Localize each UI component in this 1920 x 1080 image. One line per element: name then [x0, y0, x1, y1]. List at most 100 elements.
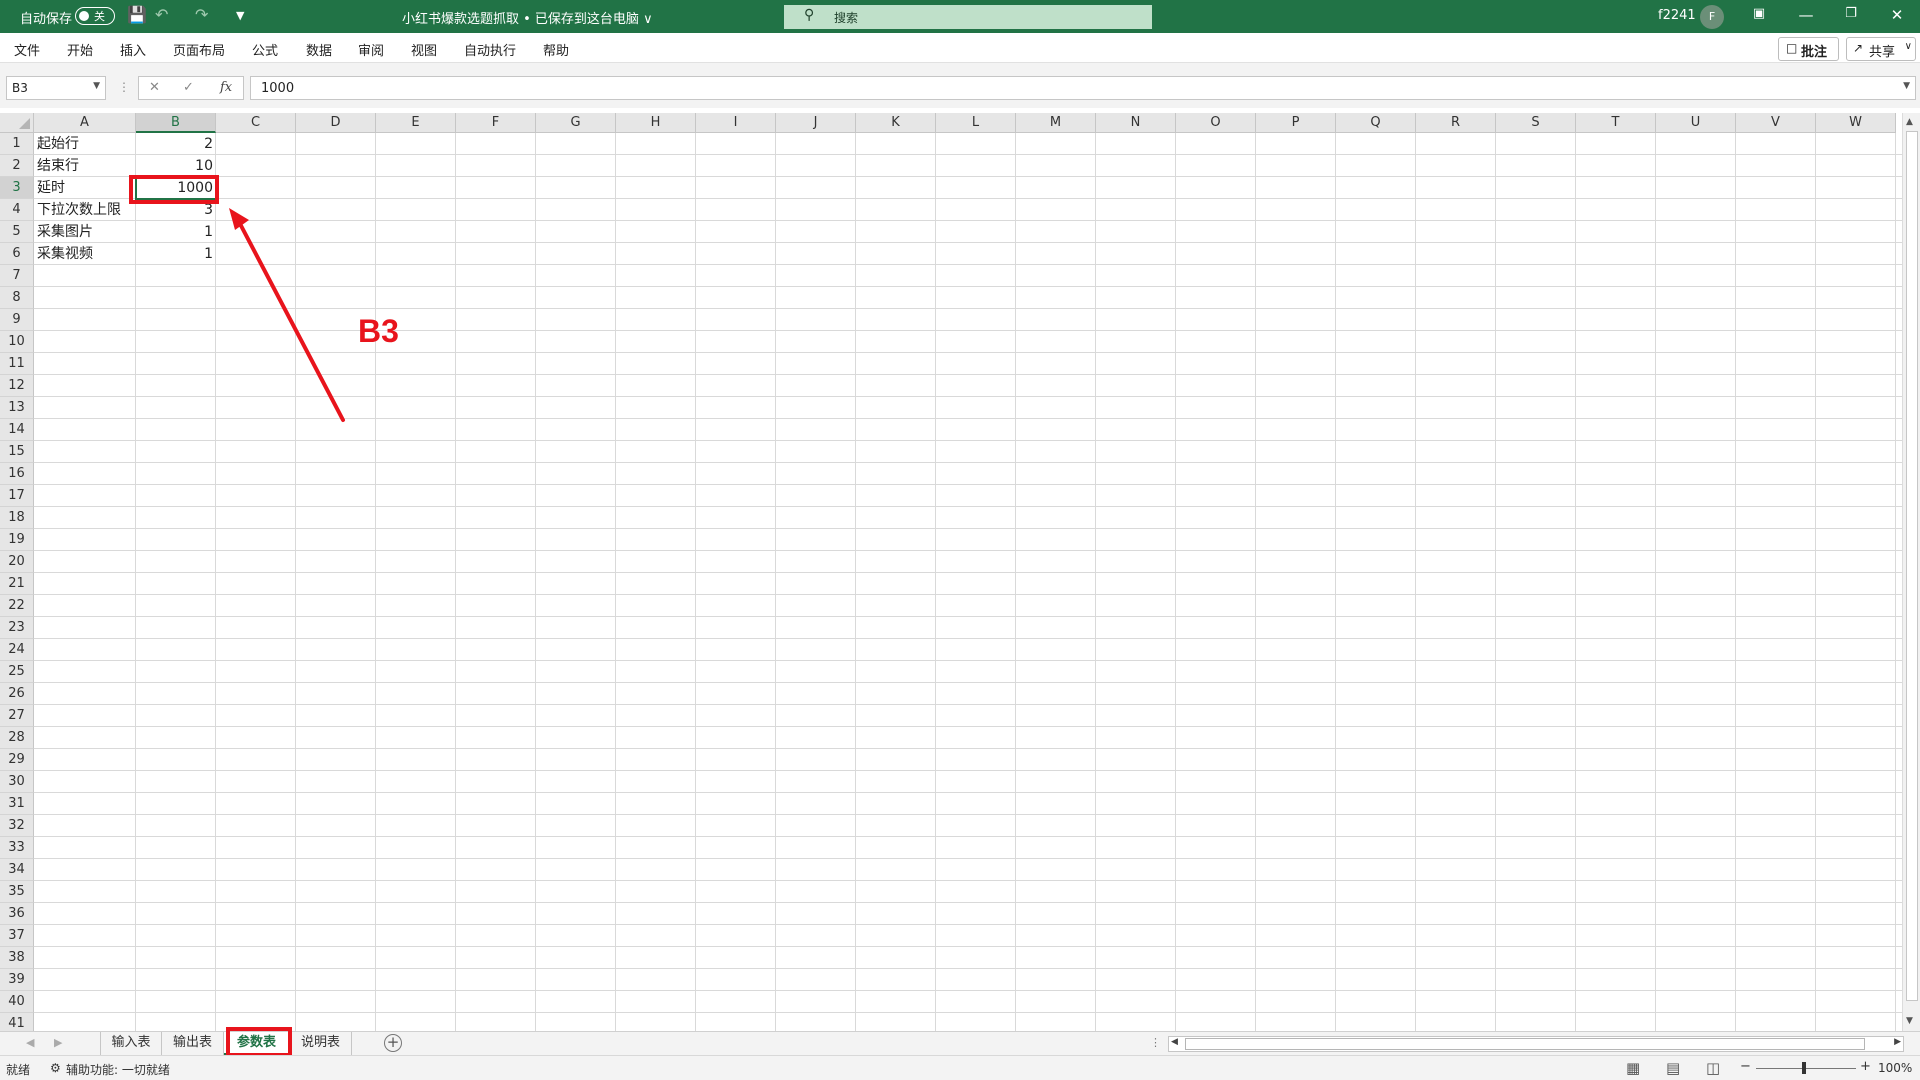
insert-function-icon[interactable]: fx — [220, 80, 232, 95]
row-header-36[interactable]: 36 — [0, 903, 34, 925]
column-header-w[interactable]: W — [1816, 113, 1896, 133]
column-header-p[interactable]: P — [1256, 113, 1336, 133]
menu-insert[interactable]: 插入 — [120, 40, 146, 59]
column-header-v[interactable]: V — [1736, 113, 1816, 133]
sheet-tab-output[interactable]: 输出表 — [162, 1032, 224, 1055]
row-header-16[interactable]: 16 — [0, 463, 34, 485]
row-header-28[interactable]: 28 — [0, 727, 34, 749]
cell-a3[interactable]: 延时 — [34, 177, 136, 199]
column-header-u[interactable]: U — [1656, 113, 1736, 133]
column-header-l[interactable]: L — [936, 113, 1016, 133]
row-header-15[interactable]: 15 — [0, 441, 34, 463]
cell-a2[interactable]: 结束行 — [34, 155, 136, 177]
avatar[interactable]: F — [1700, 5, 1724, 29]
horizontal-scrollbar[interactable]: ◀ ▶ — [1168, 1036, 1904, 1052]
column-header-d[interactable]: D — [296, 113, 376, 133]
row-header-2[interactable]: 2 — [0, 155, 34, 177]
row-header-24[interactable]: 24 — [0, 639, 34, 661]
row-header-25[interactable]: 25 — [0, 661, 34, 683]
menu-formulas[interactable]: 公式 — [252, 40, 278, 59]
row-header-7[interactable]: 7 — [0, 265, 34, 287]
cell-b2[interactable]: 10 — [136, 155, 216, 177]
menu-view[interactable]: 视图 — [411, 40, 437, 59]
scroll-right-icon[interactable]: ▶ — [1894, 1037, 1901, 1047]
menu-automate[interactable]: 自动执行 — [464, 40, 516, 59]
select-all-button[interactable] — [0, 113, 34, 133]
cell-a5[interactable]: 采集图片 — [34, 221, 136, 243]
row-header-33[interactable]: 33 — [0, 837, 34, 859]
row-header-34[interactable]: 34 — [0, 859, 34, 881]
row-header-1[interactable]: 1 — [0, 133, 34, 155]
menu-home[interactable]: 开始 — [67, 40, 93, 59]
page-break-view-icon[interactable]: ◫ — [1706, 1059, 1720, 1077]
row-header-31[interactable]: 31 — [0, 793, 34, 815]
row-header-6[interactable]: 6 — [0, 243, 34, 265]
menu-page-layout[interactable]: 页面布局 — [173, 40, 225, 59]
document-title[interactable]: 小红书爆款选题抓取 • 已保存到这台电脑 ∨ — [402, 8, 653, 27]
customize-toolbar-icon[interactable]: ▼ — [236, 9, 244, 22]
redo-icon[interactable]: ↷ — [195, 5, 208, 24]
row-header-37[interactable]: 37 — [0, 925, 34, 947]
horizontal-scroll-thumb[interactable] — [1185, 1038, 1865, 1050]
column-header-s[interactable]: S — [1496, 113, 1576, 133]
column-header-k[interactable]: K — [856, 113, 936, 133]
vertical-scroll-thumb[interactable] — [1906, 131, 1918, 1001]
row-header-26[interactable]: 26 — [0, 683, 34, 705]
row-header-27[interactable]: 27 — [0, 705, 34, 727]
tab-splitter-icon[interactable]: ⋮ — [1150, 1036, 1161, 1049]
search-box[interactable]: ⚲ 搜索 — [784, 5, 1152, 29]
row-header-5[interactable]: 5 — [0, 221, 34, 243]
column-header-m[interactable]: M — [1016, 113, 1096, 133]
enter-icon[interactable]: ✓ — [183, 80, 194, 95]
accessibility-icon[interactable]: ⚙ — [50, 1061, 61, 1075]
expand-formula-icon[interactable]: ▼ — [1903, 81, 1910, 91]
row-header-40[interactable]: 40 — [0, 991, 34, 1013]
column-header-o[interactable]: O — [1176, 113, 1256, 133]
cell-a6[interactable]: 采集视频 — [34, 243, 136, 265]
zoom-slider[interactable] — [1756, 1068, 1856, 1069]
column-header-c[interactable]: C — [216, 113, 296, 133]
comments-button[interactable]: □ 批注 — [1778, 37, 1839, 61]
prev-sheet-icon[interactable]: ◀ — [26, 1036, 34, 1049]
minimize-icon[interactable]: — — [1791, 6, 1821, 24]
cell-a4[interactable]: 下拉次数上限 — [34, 199, 136, 221]
row-header-39[interactable]: 39 — [0, 969, 34, 991]
sheet-tab-input[interactable]: 输入表 — [100, 1032, 162, 1055]
scroll-up-icon[interactable]: ▲ — [1906, 117, 1913, 127]
row-header-12[interactable]: 12 — [0, 375, 34, 397]
row-header-10[interactable]: 10 — [0, 331, 34, 353]
user-name[interactable]: f2241 — [1658, 8, 1696, 23]
row-header-3[interactable]: 3 — [0, 177, 34, 199]
row-header-18[interactable]: 18 — [0, 507, 34, 529]
row-header-41[interactable]: 41 — [0, 1013, 34, 1031]
column-header-i[interactable]: I — [696, 113, 776, 133]
row-header-8[interactable]: 8 — [0, 287, 34, 309]
menu-help[interactable]: 帮助 — [543, 40, 569, 59]
next-sheet-icon[interactable]: ▶ — [54, 1036, 62, 1049]
row-header-4[interactable]: 4 — [0, 199, 34, 221]
cell-b5[interactable]: 1 — [136, 221, 216, 243]
page-layout-view-icon[interactable]: ▤ — [1666, 1059, 1680, 1077]
cell-a1[interactable]: 起始行 — [34, 133, 136, 155]
row-header-19[interactable]: 19 — [0, 529, 34, 551]
row-header-20[interactable]: 20 — [0, 551, 34, 573]
row-header-30[interactable]: 30 — [0, 771, 34, 793]
autosave-toggle[interactable]: 关 — [75, 7, 115, 25]
sheet-tab-notes[interactable]: 说明表 — [290, 1032, 352, 1055]
undo-icon[interactable]: ↶ — [155, 5, 168, 24]
row-header-17[interactable]: 17 — [0, 485, 34, 507]
zoom-out-icon[interactable]: − — [1740, 1059, 1751, 1074]
row-header-22[interactable]: 22 — [0, 595, 34, 617]
row-header-21[interactable]: 21 — [0, 573, 34, 595]
scroll-left-icon[interactable]: ◀ — [1171, 1037, 1178, 1047]
cell-b1[interactable]: 2 — [136, 133, 216, 155]
scroll-down-icon[interactable]: ▼ — [1906, 1016, 1913, 1026]
name-box[interactable]: B3 ▼ — [6, 76, 106, 100]
normal-view-icon[interactable]: ▦ — [1626, 1059, 1640, 1077]
column-header-a[interactable]: A — [34, 113, 136, 133]
column-header-q[interactable]: Q — [1336, 113, 1416, 133]
row-header-11[interactable]: 11 — [0, 353, 34, 375]
zoom-level[interactable]: 100% — [1878, 1061, 1912, 1075]
column-header-j[interactable]: J — [776, 113, 856, 133]
formula-input[interactable]: 1000 ▼ — [250, 76, 1916, 100]
